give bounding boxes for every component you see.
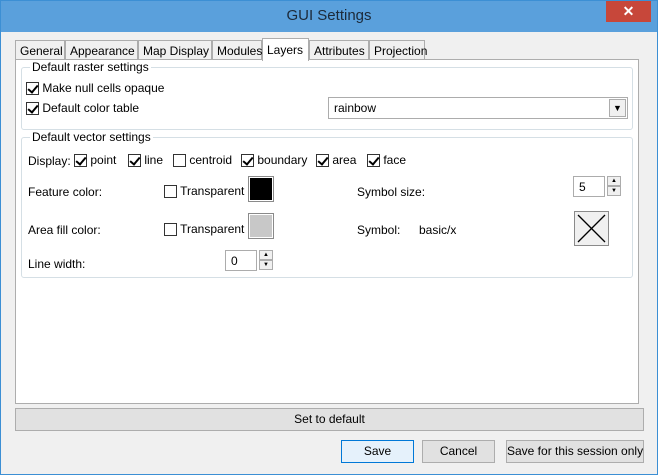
area-transparent-label: Transparent — [180, 222, 245, 236]
line-width-value: 0 — [231, 254, 238, 268]
display-line-checkbox[interactable] — [128, 154, 141, 168]
line-width-input[interactable]: 0 — [225, 250, 257, 271]
line-width-spinner[interactable]: ▲ ▼ — [259, 250, 273, 271]
tab-layers[interactable]: Layers — [262, 38, 309, 61]
spin-up-icon[interactable]: ▲ — [607, 176, 621, 186]
display-point-option[interactable]: point — [74, 153, 117, 168]
tab-projection[interactable]: Projection — [369, 40, 427, 60]
spin-down-icon[interactable]: ▼ — [259, 260, 273, 270]
display-line-label: line — [144, 153, 164, 167]
color-table-row[interactable]: Default color table — [26, 101, 140, 116]
tab-general[interactable]: General — [15, 40, 65, 60]
vector-group-title: Default vector settings — [30, 130, 153, 144]
x-symbol-icon — [577, 214, 606, 243]
null-opaque-label: Make null cells opaque — [42, 81, 165, 95]
feature-transparent-checkbox[interactable] — [164, 185, 177, 199]
display-face-checkbox[interactable] — [367, 154, 380, 168]
vector-settings-group: Default vector settings Display: point l… — [21, 130, 633, 278]
line-width-label: Line width: — [28, 257, 86, 271]
display-boundary-option[interactable]: boundary — [241, 153, 308, 168]
symbol-size-input[interactable]: 5 — [573, 176, 605, 197]
color-table-select[interactable]: rainbow ▼ — [328, 97, 628, 119]
set-to-default-button[interactable]: Set to default — [15, 408, 644, 431]
symbol-size-label: Symbol size: — [357, 185, 426, 199]
display-boundary-label: boundary — [257, 153, 308, 167]
settings-window: GUI Settings ✕ General Appearance Map Di… — [0, 0, 658, 475]
null-opaque-row[interactable]: Make null cells opaque — [26, 81, 165, 96]
raster-group-title: Default raster settings — [30, 60, 151, 74]
display-boundary-checkbox[interactable] — [241, 154, 254, 168]
area-fill-swatch[interactable] — [248, 213, 274, 239]
area-transparent-option[interactable]: Transparent — [164, 222, 245, 237]
color-table-value: rainbow — [334, 101, 377, 115]
display-centroid-option[interactable]: centroid — [173, 153, 233, 168]
symbol-value: basic/x — [419, 223, 457, 237]
save-session-button[interactable]: Save for this session only — [506, 440, 644, 463]
display-face-option[interactable]: face — [367, 153, 407, 168]
display-area-label: area — [332, 153, 357, 167]
display-centroid-label: centroid — [189, 153, 233, 167]
cancel-button[interactable]: Cancel — [422, 440, 495, 463]
close-button[interactable]: ✕ — [606, 1, 651, 22]
feature-color-label: Feature color: — [28, 185, 103, 199]
title-bar[interactable]: GUI Settings ✕ — [1, 1, 657, 32]
null-opaque-checkbox[interactable] — [26, 82, 39, 96]
spin-up-icon[interactable]: ▲ — [259, 250, 273, 260]
display-point-label: point — [90, 153, 117, 167]
tab-appearance[interactable]: Appearance — [65, 40, 138, 60]
display-area-checkbox[interactable] — [316, 154, 329, 168]
symbol-size-spinner[interactable]: ▲ ▼ — [607, 176, 621, 197]
feature-transparent-option[interactable]: Transparent — [164, 184, 245, 199]
spin-down-icon[interactable]: ▼ — [607, 186, 621, 196]
feature-transparent-label: Transparent — [180, 184, 245, 198]
chevron-down-icon[interactable]: ▼ — [609, 99, 626, 117]
display-line-option[interactable]: line — [128, 153, 164, 168]
symbol-size-value: 5 — [579, 180, 586, 194]
layers-panel: Default raster settings Make null cells … — [15, 59, 639, 404]
raster-settings-group: Default raster settings Make null cells … — [21, 60, 633, 130]
area-fill-color — [250, 215, 272, 237]
tab-modules[interactable]: Modules — [212, 40, 262, 60]
color-table-checkbox[interactable] — [26, 102, 39, 116]
area-transparent-checkbox[interactable] — [164, 223, 177, 237]
display-point-checkbox[interactable] — [74, 154, 87, 168]
display-centroid-checkbox[interactable] — [173, 154, 186, 168]
area-fill-label: Area fill color: — [28, 223, 101, 237]
tab-attributes[interactable]: Attributes — [309, 40, 369, 60]
display-face-label: face — [383, 153, 407, 167]
display-label: Display: — [28, 154, 71, 168]
feature-color-swatch[interactable] — [248, 176, 274, 202]
symbol-button[interactable] — [574, 211, 609, 246]
feature-color-fill — [250, 178, 272, 200]
symbol-label: Symbol: — [357, 223, 401, 237]
dialog-body: General Appearance Map Display Modules L… — [8, 32, 650, 468]
window-title: GUI Settings — [286, 7, 372, 24]
tab-map-display[interactable]: Map Display — [138, 40, 212, 60]
close-icon: ✕ — [622, 3, 635, 19]
display-area-option[interactable]: area — [316, 153, 357, 168]
save-button[interactable]: Save — [341, 440, 414, 463]
color-table-label: Default color table — [42, 101, 140, 115]
